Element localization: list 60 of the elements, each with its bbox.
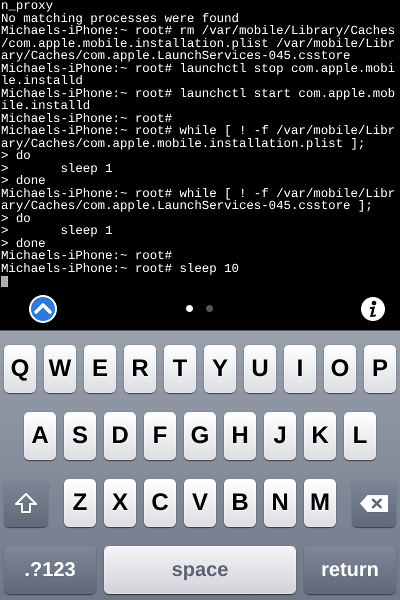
key[interactable]: Y <box>204 345 236 393</box>
key[interactable]: T <box>164 345 196 393</box>
key[interactable]: N <box>264 479 296 527</box>
terminal-line: Michaels-iPhone:~ root# sleep 10 <box>1 262 239 275</box>
terminal-line: > do <box>1 212 31 225</box>
key[interactable]: P <box>364 345 396 393</box>
key[interactable]: J <box>264 412 296 460</box>
key[interactable]: R <box>124 345 156 393</box>
key[interactable]: A <box>24 412 56 460</box>
key[interactable]: D <box>104 412 136 460</box>
terminal-line: Michaels-iPhone:~ root# <box>1 112 172 125</box>
terminal-line: > done <box>1 238 46 250</box>
page-dot[interactable] <box>206 305 213 312</box>
space-key[interactable]: space <box>104 546 296 594</box>
terminal-line: ary/Caches/com.apple.LaunchServices-045.csstore ]; <box>1 200 373 212</box>
terminal-line: ary/Caches/com.apple.mobile.installation.plist ]; <box>1 138 366 150</box>
number-mode-key[interactable]: .?123 <box>4 546 96 594</box>
shift-icon <box>14 491 38 515</box>
key[interactable]: L <box>344 412 376 460</box>
key[interactable]: E <box>84 345 116 393</box>
terminal-line: > done <box>1 175 46 188</box>
terminal-line: ile.installd <box>1 100 90 112</box>
return-key[interactable]: return <box>304 546 396 594</box>
terminal-line: > do <box>1 150 31 162</box>
terminal-line: Michaels-iPhone:~ root# <box>1 250 172 262</box>
key[interactable]: F <box>144 412 176 460</box>
key[interactable]: S <box>64 412 96 460</box>
terminal-line: No matching processes were found <box>1 12 239 25</box>
terminal-line: le.installd <box>1 75 83 88</box>
terminal-line: Michaels-iPhone:~ root# rm /var/mobile/Library/Caches <box>1 25 396 38</box>
key[interactable]: Z <box>64 479 96 527</box>
key[interactable]: V <box>184 479 216 527</box>
terminal-line: Michaels-iPhone:~ root# launchctl start com.apple.mob <box>1 88 396 100</box>
terminal-line: /com.apple.mobile.installation.plist /var/mobile/Libr <box>1 38 396 50</box>
up-arrow-button[interactable] <box>28 294 58 324</box>
key[interactable]: I <box>284 345 316 393</box>
key[interactable]: B <box>224 479 256 527</box>
key[interactable]: K <box>304 412 336 460</box>
info-icon[interactable] <box>360 296 386 322</box>
terminal-line: Michaels-iPhone:~ root# launchctl stop com.apple.mobi <box>1 62 396 75</box>
delete-icon <box>359 494 389 512</box>
key[interactable]: H <box>224 412 256 460</box>
key[interactable]: G <box>184 412 216 460</box>
delete-key[interactable] <box>352 479 396 527</box>
key[interactable]: W <box>44 345 76 393</box>
terminal-line: > sleep 1 <box>1 225 113 238</box>
cursor <box>1 276 8 287</box>
terminal-line: > sleep 1 <box>1 162 113 175</box>
terminal-line: Michaels-iPhone:~ root# while [ ! -f /var/mobile/Libr <box>1 188 396 200</box>
key[interactable]: C <box>144 479 176 527</box>
key[interactable]: X <box>104 479 136 527</box>
key[interactable]: M <box>304 479 336 527</box>
key[interactable]: U <box>244 345 276 393</box>
key[interactable]: O <box>324 345 356 393</box>
key[interactable]: Q <box>4 345 36 393</box>
terminal-line: n_proxy <box>1 0 54 12</box>
page-dot[interactable] <box>186 305 193 312</box>
terminal-line: ary/Caches/com.apple.LaunchServices-045.csstore <box>1 50 350 62</box>
terminal-line: Michaels-iPhone:~ root# while [ ! -f /var/mobile/Libr <box>1 125 396 138</box>
shift-key[interactable] <box>4 479 48 527</box>
